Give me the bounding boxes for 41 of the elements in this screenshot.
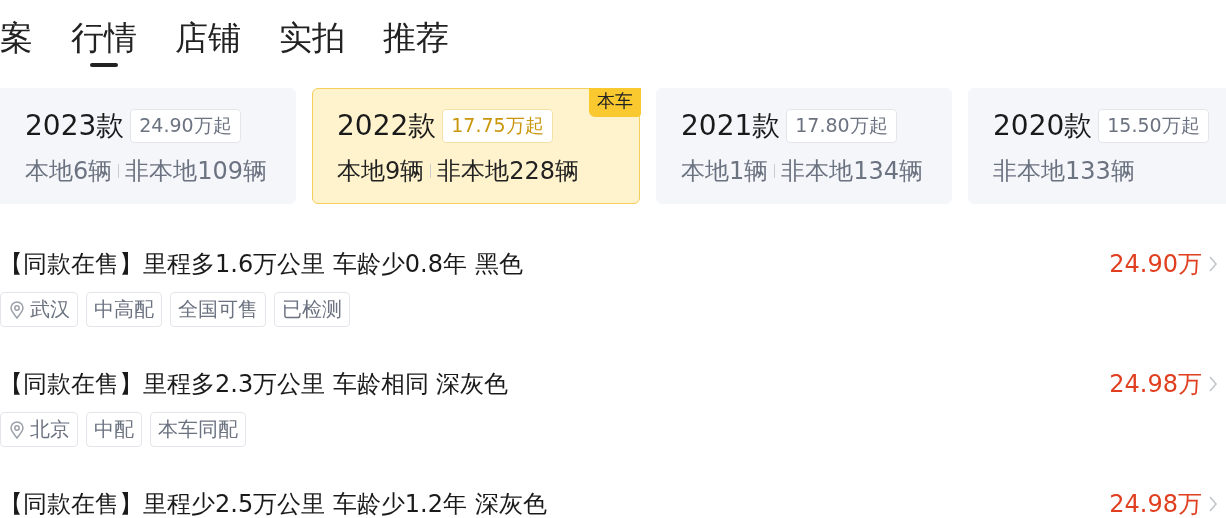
tab[interactable]: 推荐 [383,0,449,80]
tab-underline [90,63,118,67]
listing-price[interactable]: 24.98万 [1109,488,1218,518]
model-year: 2020款 [993,108,1093,144]
model-year: 2021款 [681,108,781,144]
listing-title[interactable]: 【同款在售】里程多1.6万公里 车龄少0.8年 黑色 [0,248,523,280]
stock-count: 本地6辆 [25,156,113,187]
current-car-badge: 本车 [589,88,641,117]
start-price-tag: 17.75万起 [442,109,553,143]
model-year: 2023款 [25,108,125,144]
tab[interactable]: 实拍 [279,0,345,80]
listing-price[interactable]: 24.90万 [1109,248,1218,280]
listing-tag: 全国可售 [170,292,266,327]
stock-count: 非本地228辆 [437,156,580,187]
stock-count: 非本地134辆 [781,156,924,187]
model-year-card[interactable]: 2020款 15.50万起 非本地133辆 [968,88,1226,204]
stock-count: 本地1辆 [681,156,769,187]
start-price-tag: 24.90万起 [130,109,241,143]
model-year-card[interactable]: 2023款 24.90万起 本地6辆 非本地109辆 [0,88,296,204]
model-year-card[interactable]: 2022款 17.75万起 本地9辆 非本地228辆 本车 [312,88,640,204]
listing-title[interactable]: 【同款在售】里程多2.3万公里 车龄相同 深灰色 [0,368,509,400]
location-pin-icon [8,419,26,440]
listing-tag: 北京 [0,412,78,447]
listing-title[interactable]: 【同款在售】里程少2.5万公里 车龄少1.2年 深灰色 [0,488,547,518]
stock-count: 非本地109辆 [125,156,268,187]
model-year: 2022款 [337,108,437,144]
tab[interactable]: 行情 [71,0,137,80]
listing-tag: 本车同配 [150,412,246,447]
listing-tag: 中高配 [86,292,162,327]
start-price-tag: 15.50万起 [1098,109,1209,143]
listing-tag: 已检测 [274,292,350,327]
start-price-tag: 17.80万起 [786,109,897,143]
listing-tag: 中配 [86,412,142,447]
location-pin-icon [8,299,26,320]
tab[interactable]: 案 [0,0,33,80]
model-year-card[interactable]: 2021款 17.80万起 本地1辆 非本地134辆 [656,88,952,204]
listing-tag: 武汉 [0,292,78,327]
tab[interactable]: 店铺 [175,0,241,80]
stock-count: 非本地133辆 [993,156,1135,187]
listing-price[interactable]: 24.98万 [1109,368,1218,400]
stock-count: 本地9辆 [337,156,425,187]
